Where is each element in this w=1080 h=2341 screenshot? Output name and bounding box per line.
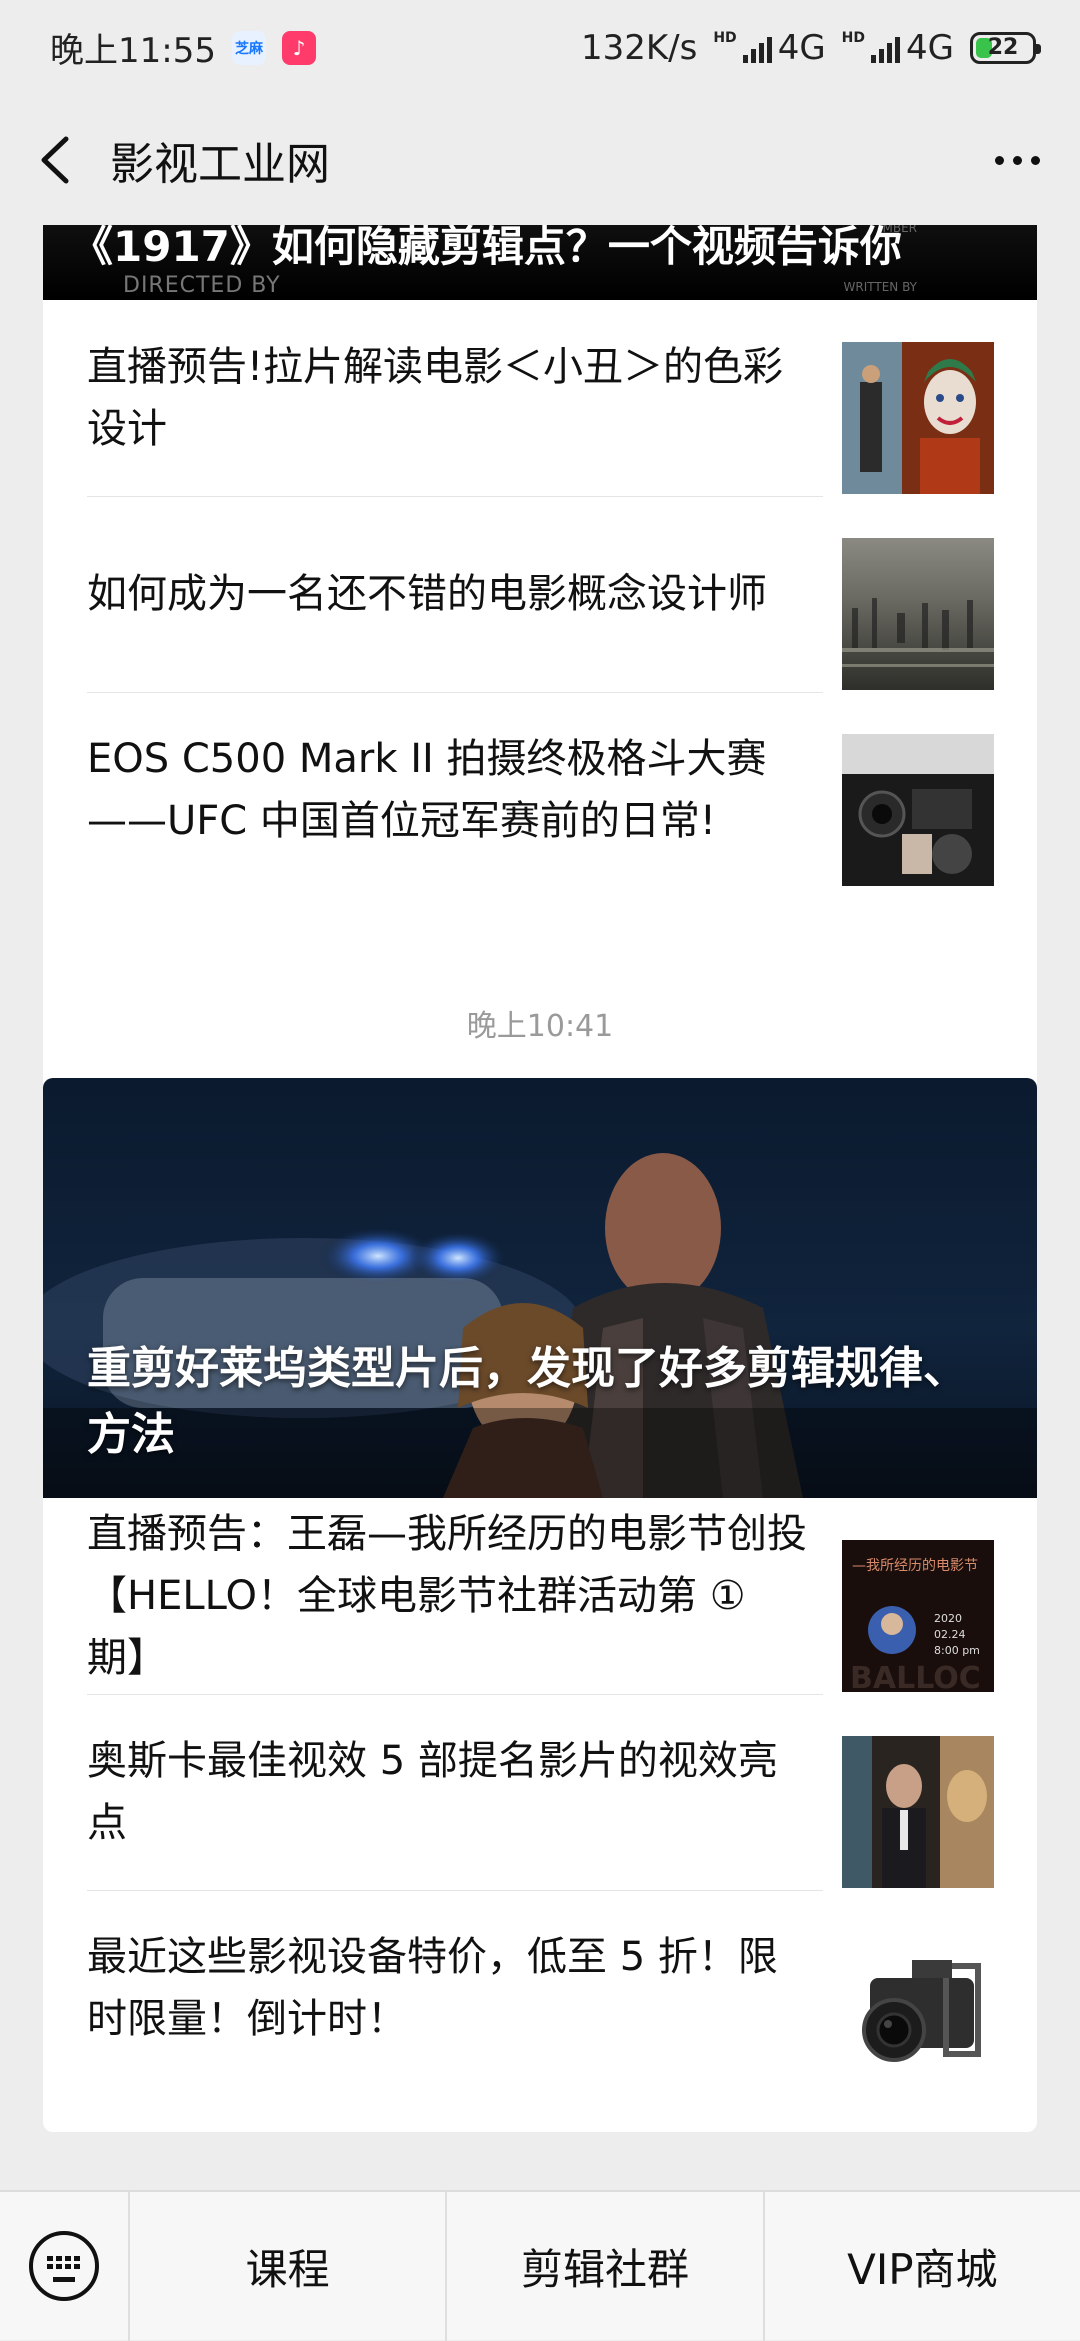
article-title: 直播预告!拉片解读电影＜小丑＞的色彩设计 [87, 344, 784, 452]
article-title: 最近这些影视设备特价，低至 5 折！限时限量！倒计时！ [87, 1934, 778, 2042]
article-item[interactable]: EOS C500 Mark II 拍摄终极格斗大赛——UFC 中国首位冠军赛前的… [43, 692, 1037, 888]
menu-editing-community[interactable]: 剪辑社群 [445, 2191, 762, 2341]
signal-1: HD 4G [713, 28, 825, 68]
article-banner[interactable]: MBER 《1917》如何隐藏剪辑点？一个视频告诉你 DIRECTED BY W… [43, 225, 1037, 300]
joker-thumbnail [842, 342, 994, 494]
menu-courses[interactable]: 课程 [130, 2191, 445, 2341]
hero-title: 重剪好莱坞类型片后，发现了好多剪辑规律、方法 [87, 1343, 967, 1460]
signal-bars-icon [871, 33, 901, 63]
svg-text:02.24: 02.24 [934, 1628, 966, 1641]
banner-credit-right: WRITTEN BY [843, 280, 917, 294]
message-list[interactable]: MBER 《1917》如何隐藏剪辑点？一个视频告诉你 DIRECTED BY W… [0, 225, 1080, 2190]
article-hero[interactable]: 重剪好莱坞类型片后，发现了好多剪辑规律、方法 [43, 1078, 1037, 1498]
signal-bars-icon [742, 33, 772, 63]
more-dots-icon [994, 155, 1004, 165]
network-type-1: 4G [777, 27, 826, 68]
article-title: 直播预告：王磊—我所经历的电影节创投【HELLO！全球电影节社群活动第 ① 期】 [87, 1511, 807, 1681]
tiktok-app-icon: ♪ [281, 30, 316, 65]
poster-word: BALLOC [850, 1661, 981, 1692]
signal-2: HD 4G [842, 28, 954, 68]
oscar-thumbnail [842, 1736, 994, 1888]
poster-text: —我所经历的电影节 [852, 1558, 978, 1574]
bottom-menu: 课程 剪辑社群 VIP商城 [0, 2190, 1080, 2341]
city-thumbnail [842, 538, 994, 690]
status-left: 晚上11:55 芝麻 ♪ [50, 23, 316, 72]
article-item[interactable]: 直播预告!拉片解读电影＜小丑＞的色彩设计 [43, 300, 1037, 496]
battery-level: 22 [987, 35, 1019, 60]
article-item[interactable]: 直播预告：王磊—我所经历的电影节创投【HELLO！全球电影节社群活动第 ① 期】… [43, 1498, 1037, 1694]
banner-title: 《1917》如何隐藏剪辑点？一个视频告诉你 [71, 225, 902, 271]
battery-icon: 22 [970, 31, 1041, 64]
status-right: 132K/s HD 4G HD 4G 22 [580, 27, 1041, 68]
camera-crew-thumbnail [842, 734, 994, 886]
nav-bar: 影视工业网 [0, 95, 1080, 225]
hd-icon: HD [841, 29, 866, 46]
article-card: 重剪好莱坞类型片后，发现了好多剪辑规律、方法 直播预告：王磊—我所经历的电影节创… [43, 1078, 1037, 2132]
page-title: 影视工业网 [110, 139, 330, 190]
status-time: 晚上11:55 [50, 31, 216, 71]
more-button[interactable] [982, 135, 1052, 185]
article-title: 如何成为一名还不错的电影概念设计师 [87, 571, 767, 617]
message-timestamp: 晚上10:41 [466, 1009, 614, 1044]
festival-poster-thumbnail: —我所经历的电影节 2020 02.24 8:00 pm BALLOC [842, 1540, 994, 1692]
banner-credit-left: DIRECTED BY [123, 273, 281, 298]
status-bar: 晚上11:55 芝麻 ♪ 132K/s HD 4G HD 4G 22 [0, 0, 1080, 95]
article-title: EOS C500 Mark II 拍摄终极格斗大赛——UFC 中国首位冠军赛前的… [87, 736, 767, 844]
hd-icon: HD [713, 29, 737, 46]
camera-thumbnail [842, 1932, 994, 2084]
menu-vip-store[interactable]: VIP商城 [762, 2191, 1080, 2341]
article-title: 奥斯卡最佳视效 5 部提名影片的视效亮点 [87, 1738, 778, 1846]
article-item[interactable]: 奥斯卡最佳视效 5 部提名影片的视效亮点 [43, 1694, 1037, 1890]
article-item[interactable]: 如何成为一名还不错的电影概念设计师 [43, 496, 1037, 692]
zhima-app-icon: 芝麻 [231, 30, 266, 65]
svg-text:2020: 2020 [934, 1612, 962, 1625]
back-button[interactable] [0, 95, 110, 225]
keyboard-toggle-button[interactable] [0, 2191, 130, 2341]
network-type-2: 4G [906, 27, 954, 68]
keyboard-icon [29, 2231, 99, 2301]
svg-text:8:00 pm: 8:00 pm [934, 1644, 980, 1657]
net-speed: 132K/s [580, 27, 698, 68]
chevron-left-icon [41, 136, 69, 184]
article-item[interactable]: 最近这些影视设备特价，低至 5 折！限时限量！倒计时！ [43, 1890, 1037, 2086]
